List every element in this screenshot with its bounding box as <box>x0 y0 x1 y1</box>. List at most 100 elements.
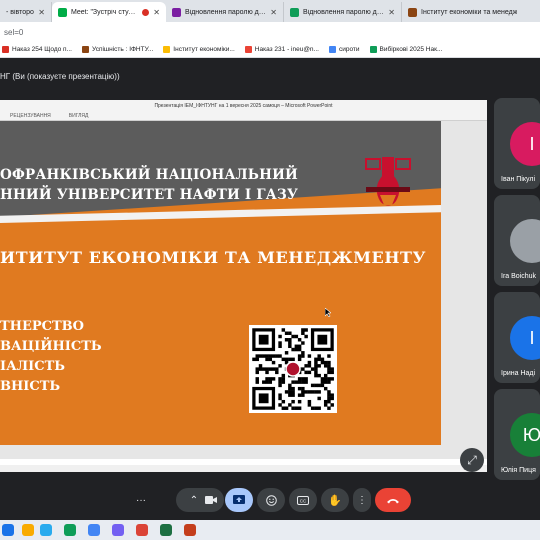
docs-icon <box>328 46 336 53</box>
institute-title: ИТИТУТ ЕКОНОМІКИ ТА МЕНЕДЖМЕНТУ <box>0 248 427 267</box>
chevron-up-icon: ⌃ <box>189 494 199 506</box>
meet-icon <box>58 7 67 17</box>
drive-icon <box>369 46 377 53</box>
telegram-icon[interactable] <box>40 524 52 536</box>
qr-code <box>249 325 337 413</box>
participant-tile[interactable]: І Ірина Наді <box>494 292 540 383</box>
close-icon[interactable]: ✕ <box>153 8 160 17</box>
more-dots-button[interactable]: ··· <box>130 488 152 512</box>
camera-icon <box>205 496 217 504</box>
emoji-icon <box>265 494 277 506</box>
screen: - вівторо ✕ Meet: "Зустріч студенти за ✕… <box>0 0 540 540</box>
university-icon <box>408 7 417 17</box>
bookmark-label: Інститут економіки... <box>173 46 235 53</box>
ribbon: РЕЦЕНЗУВАННЯ ВИГЛЯД <box>0 111 487 121</box>
avatar: І <box>510 122 540 166</box>
avatar <box>510 219 540 263</box>
tab-title: Відновлення паролю до корп <box>185 8 266 16</box>
present-button[interactable] <box>225 488 253 512</box>
hang-up-icon <box>387 498 399 503</box>
browser-tab-strip: - вівторо ✕ Meet: "Зустріч студенти за ✕… <box>0 0 540 22</box>
tab-title: Інститут економіки та менедж <box>421 8 518 16</box>
avatar: Ю <box>510 413 540 457</box>
bookmark-item[interactable]: Вибіркові 2025 Нак... <box>369 46 443 53</box>
app-icon[interactable] <box>64 524 76 536</box>
drive-icon <box>163 46 171 53</box>
presenting-label: НГ (Ви (показуєте презентацію)) <box>0 72 120 81</box>
gmail-icon <box>244 46 252 53</box>
more-vertical-icon: ⋮ <box>357 494 367 506</box>
folder-icon[interactable] <box>22 524 34 536</box>
hand-icon: ✋ <box>328 494 342 507</box>
os-taskbar <box>0 520 540 540</box>
forms-icon <box>172 7 181 17</box>
chrome-icon[interactable] <box>136 524 148 536</box>
university-name-line: ОФРАНКІВСЬКИЙ НАЦІОНАЛЬНИЙ <box>0 167 299 183</box>
participant-tile[interactable]: Ю Юлія Пиця <box>494 389 540 480</box>
bookmark-icon <box>2 46 9 53</box>
present-screen-icon <box>233 495 245 504</box>
expand-icon: ⤢ <box>467 452 477 467</box>
value-item: ІАЛІСТЬ <box>0 359 65 374</box>
participant-name: Ірина Наді <box>501 370 536 377</box>
close-icon[interactable]: ✕ <box>38 8 45 17</box>
powerpoint-icon[interactable] <box>184 524 196 536</box>
svg-text:CC: CC <box>300 498 307 503</box>
qr-logo-icon <box>285 361 301 377</box>
close-icon[interactable]: ✕ <box>388 8 395 17</box>
ribbon-tab: ВИГЛЯД <box>68 112 89 119</box>
captions-icon: CC <box>297 495 309 505</box>
participant-name: Іван Пікулі <box>501 176 536 183</box>
sheets-icon <box>290 7 299 17</box>
bookmark-item[interactable]: сироти <box>328 46 360 53</box>
mouse-cursor-icon <box>325 308 331 317</box>
bookmark-item[interactable]: Наказ 254 Щодо п... <box>2 46 72 53</box>
bookmark-label: Успішність : ІФНТУ... <box>92 46 154 53</box>
university-name-line: ННИЙ УНІВЕРСИТЕТ НАФТИ І ГАЗУ <box>0 187 299 203</box>
app-icon[interactable] <box>2 524 14 536</box>
excel-icon[interactable] <box>160 524 172 536</box>
bookmark-label: сироти <box>338 46 360 53</box>
bookmark-item[interactable]: Успішність : ІФНТУ... <box>82 46 153 53</box>
participant-tile[interactable]: І Іван Пікулі <box>494 98 540 189</box>
fullscreen-button[interactable]: ⤢ <box>460 448 484 472</box>
ribbon-tab: РЕЦЕНЗУВАННЯ <box>10 112 51 119</box>
address-text: sel=0 <box>4 27 24 37</box>
window-title: Презентація ІЕМ_ІФНТУНГ на 1 вересня 202… <box>0 100 487 111</box>
browser-tab-meet[interactable]: Meet: "Зустріч студенти за ✕ <box>52 2 166 22</box>
viber-icon[interactable] <box>112 524 124 536</box>
address-bar[interactable]: sel=0 <box>0 22 540 42</box>
slide: ОФРАНКІВСЬКИЙ НАЦІОНАЛЬНИЙ ННИЙ УНІВЕРСИ… <box>0 121 441 445</box>
university-emblem-icon <box>365 157 411 206</box>
tab-title: Відновлення паролю до корп <box>303 8 384 16</box>
tab-title: - вівторо <box>6 8 34 16</box>
recording-dot-icon <box>142 8 150 16</box>
status-bar: 72% <box>0 465 487 472</box>
value-item: ВАЦІЙНІСТЬ <box>0 339 102 354</box>
captions-button[interactable]: CC <box>289 488 317 512</box>
more-horizontal-icon: ··· <box>136 494 146 506</box>
bookmark-item[interactable]: Інститут економіки... <box>163 46 235 53</box>
avatar: І <box>510 316 540 360</box>
browser-tab[interactable]: Інститут економіки та менедж <box>402 2 540 22</box>
more-options-button[interactable]: ⋮ <box>353 488 371 512</box>
bookmark-item[interactable]: Наказ 231 - ineu@n... <box>244 46 319 53</box>
bookmarks-bar: Наказ 254 Щодо п... Успішність : ІФНТУ..… <box>0 42 540 58</box>
browser-tab[interactable]: Відновлення паролю до корп ✕ <box>166 2 284 22</box>
emoji-button[interactable] <box>257 488 285 512</box>
bookmark-label: Вибіркові 2025 Нак... <box>379 46 443 53</box>
value-item: ВНІСТЬ <box>0 379 61 394</box>
camera-toggle-button[interactable]: ⌃ <box>176 488 224 512</box>
leave-call-button[interactable] <box>375 488 411 512</box>
chrome-icon[interactable] <box>88 524 100 536</box>
browser-tab[interactable]: - вівторо ✕ <box>0 2 52 22</box>
participant-tile[interactable]: Ira Boichuk <box>494 195 540 286</box>
bookmark-label: Наказ 231 - ineu@n... <box>254 46 319 53</box>
raise-hand-button[interactable]: ✋ <box>321 488 349 512</box>
close-icon[interactable]: ✕ <box>270 8 277 17</box>
tab-title: Meet: "Зустріч студенти за <box>71 8 138 16</box>
participant-name: Ira Boichuk <box>501 273 537 280</box>
browser-tab[interactable]: Відновлення паролю до корп ✕ <box>284 2 402 22</box>
bookmark-icon <box>82 46 89 53</box>
participant-name: Юлія Пиця <box>501 467 536 474</box>
